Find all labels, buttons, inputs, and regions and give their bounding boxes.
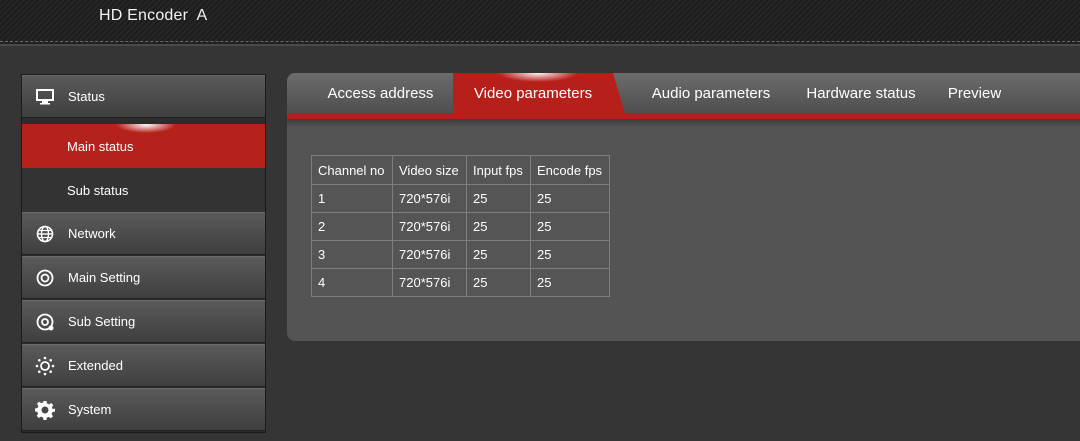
- target-settings-icon: [34, 311, 56, 333]
- table-cell: 25: [530, 240, 610, 269]
- gear-icon: [34, 399, 56, 421]
- column-header: Input fps: [466, 155, 531, 185]
- target-icon: [34, 267, 56, 289]
- panel-shade: [287, 119, 1080, 127]
- sidebar-item-main-status[interactable]: Main status: [22, 124, 265, 168]
- sidebar-item-sub-status[interactable]: Sub status: [22, 168, 265, 212]
- table-cell: 4: [311, 268, 393, 297]
- app-header: HD Encoder A: [0, 0, 1080, 46]
- tab-video-parameters[interactable]: Video parameters: [453, 73, 625, 114]
- sun-gear-icon: [34, 355, 56, 377]
- sidebar-item-label: Sub status: [67, 182, 129, 198]
- table-row: 3 720*576i 25 25: [311, 240, 610, 269]
- sidebar-item-extended[interactable]: Extended: [22, 344, 265, 387]
- tab-bar: Access address Video parameters Audio pa…: [287, 73, 1080, 119]
- table-cell: 1: [311, 184, 393, 213]
- table-cell: 3: [311, 240, 393, 269]
- table-cell: 25: [466, 240, 531, 269]
- monitor-icon: [34, 86, 56, 108]
- sidebar-item-label: Main Setting: [68, 270, 141, 285]
- table-cell: 25: [530, 212, 610, 241]
- sidebar-item-system[interactable]: System: [22, 388, 265, 431]
- table-row: 4 720*576i 25 25: [311, 268, 610, 297]
- sidebar-item-network[interactable]: Network: [22, 212, 265, 255]
- main-panel: Access address Video parameters Audio pa…: [287, 73, 1080, 341]
- video-parameters-table: Channel no Video size Input fps Encode f…: [311, 155, 610, 297]
- header-stitch-divider: [0, 41, 1080, 42]
- table-cell: 25: [466, 212, 531, 241]
- table-row: 2 720*576i 25 25: [311, 212, 610, 241]
- table-cell: 25: [466, 184, 531, 213]
- sidebar-item-label: Sub Setting: [68, 314, 136, 329]
- table-cell: 25: [530, 268, 610, 297]
- table-cell: 720*576i: [392, 184, 467, 213]
- table-cell: 720*576i: [392, 240, 467, 269]
- sidebar-item-main-setting[interactable]: Main Setting: [22, 256, 265, 299]
- sidebar-item-label: Network: [68, 226, 116, 241]
- column-header: Video size: [392, 155, 467, 185]
- tab-access-address[interactable]: Access address: [309, 73, 452, 114]
- table-cell: 25: [530, 184, 610, 213]
- sidebar-item-label: Main status: [67, 138, 134, 154]
- app-title: HD Encoder A: [99, 7, 208, 24]
- header-edge: [0, 44, 1080, 46]
- sidebar: Status Main status Sub status Network Ma…: [21, 74, 266, 433]
- table-cell: 720*576i: [392, 212, 467, 241]
- sidebar-item-label: Status: [68, 89, 105, 104]
- tab-audio-parameters[interactable]: Audio parameters: [638, 73, 784, 114]
- table-cell: 720*576i: [392, 268, 467, 297]
- column-header: Channel no: [311, 155, 393, 185]
- sidebar-item-status[interactable]: Status: [22, 75, 265, 118]
- tab-hardware-status[interactable]: Hardware status: [794, 73, 928, 114]
- column-header: Encode fps: [530, 155, 610, 185]
- sidebar-item-sub-setting[interactable]: Sub Setting: [22, 300, 265, 343]
- table-cell: 25: [466, 268, 531, 297]
- sidebar-item-label: System: [68, 402, 112, 417]
- tab-preview[interactable]: Preview: [939, 73, 1010, 114]
- globe-icon: [34, 223, 56, 245]
- table-row: 1 720*576i 25 25: [311, 184, 610, 213]
- table-cell: 2: [311, 212, 393, 241]
- sidebar-item-label: Extended: [68, 358, 123, 373]
- table-header-row: Channel no Video size Input fps Encode f…: [311, 155, 610, 185]
